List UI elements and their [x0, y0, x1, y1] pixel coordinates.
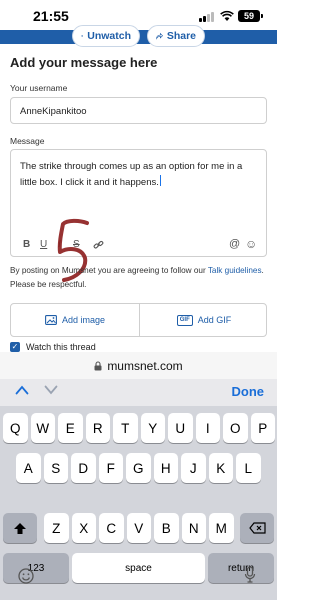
username-label: Your username — [10, 83, 68, 93]
key-d[interactable]: D — [71, 453, 96, 483]
wifi-icon — [220, 10, 234, 21]
add-gif-label: Add GIF — [197, 315, 232, 325]
status-bar: 21:55 59 — [0, 0, 277, 30]
key-y[interactable]: Y — [140, 413, 165, 443]
key-e[interactable]: E — [58, 413, 83, 443]
key-k[interactable]: K — [208, 453, 233, 483]
underline-button[interactable]: U — [40, 239, 47, 250]
bold-button[interactable]: B — [23, 239, 30, 250]
key-b[interactable]: B — [154, 513, 179, 543]
backspace-icon — [248, 522, 266, 534]
chevron-down-icon[interactable] — [44, 385, 58, 395]
emoji-icon[interactable]: ☺ — [245, 237, 257, 251]
watch-thread-row[interactable]: ✓ Watch this thread — [10, 342, 96, 352]
microphone-icon[interactable] — [244, 566, 256, 584]
key-g[interactable]: G — [126, 453, 151, 483]
shift-key[interactable] — [3, 513, 37, 543]
key-s[interactable]: S — [43, 453, 68, 483]
status-time: 21:55 — [33, 8, 69, 24]
posting-terms: By posting on Mumsnet you are agreeing t… — [10, 264, 267, 292]
key-w[interactable]: W — [30, 413, 55, 443]
space-key[interactable]: space — [72, 553, 205, 583]
backspace-key[interactable] — [240, 513, 274, 543]
key-n[interactable]: N — [181, 513, 206, 543]
message-label: Message — [10, 136, 45, 146]
key-o[interactable]: O — [223, 413, 248, 443]
key-l[interactable]: L — [236, 453, 261, 483]
key-h[interactable]: H — [153, 453, 178, 483]
unwatch-button[interactable]: Unwatch — [72, 25, 140, 47]
browser-address-bar[interactable]: mumsnet.com — [0, 352, 277, 379]
key-x[interactable]: X — [71, 513, 96, 543]
key-v[interactable]: V — [126, 513, 151, 543]
mention-icon[interactable]: @ — [229, 238, 240, 250]
page-title: Add your message here — [10, 55, 158, 70]
share-arrow-icon — [156, 32, 163, 40]
terms-prefix: By posting on Mumsnet you are agreeing t… — [10, 266, 208, 275]
image-icon — [45, 315, 57, 325]
add-image-label: Add image — [61, 315, 106, 325]
key-r[interactable]: R — [85, 413, 110, 443]
formatting-toolbar: B U I S @ ☺ — [11, 234, 266, 256]
link-icon[interactable] — [93, 240, 104, 250]
emoji-keyboard-icon[interactable] — [18, 568, 34, 584]
text-cursor — [159, 175, 162, 186]
watch-thread-label: Watch this thread — [26, 342, 96, 352]
message-content: The strike through comes up as an option… — [20, 159, 258, 191]
key-j[interactable]: J — [181, 453, 206, 483]
url-text: mumsnet.com — [107, 358, 183, 373]
add-gif-button[interactable]: GIF Add GIF — [140, 304, 268, 336]
username-field[interactable]: AnneKipankitoo — [10, 97, 267, 124]
lock-icon — [94, 360, 102, 370]
key-c[interactable]: C — [99, 513, 124, 543]
shift-icon — [14, 522, 26, 534]
gif-icon: GIF — [176, 314, 193, 326]
attachment-bar: Add image GIF Add GIF — [10, 303, 267, 337]
return-key[interactable]: return — [208, 553, 274, 583]
message-textarea[interactable]: The strike through comes up as an option… — [10, 149, 267, 257]
key-q[interactable]: Q — [3, 413, 28, 443]
bell-icon — [81, 35, 83, 38]
message-text: The strike through comes up as an option… — [20, 161, 243, 188]
add-image-button[interactable]: Add image — [11, 304, 139, 336]
key-m[interactable]: M — [209, 513, 234, 543]
battery-icon: 59 — [238, 10, 263, 22]
key-t[interactable]: T — [113, 413, 138, 443]
watch-thread-checkbox[interactable]: ✓ — [10, 342, 20, 352]
numbers-key[interactable]: 123 — [3, 553, 69, 583]
keyboard-accessory-bar: Done — [0, 379, 277, 406]
key-i[interactable]: I — [195, 413, 220, 443]
key-a[interactable]: A — [16, 453, 41, 483]
done-button[interactable]: Done — [232, 384, 265, 399]
onscreen-keyboard: QWERTYUIOP ASDFGHJKL ZXCVBNM 123 space ret… — [0, 406, 277, 600]
share-label: Share — [166, 30, 196, 42]
cellular-signal-icon — [199, 12, 216, 22]
key-p[interactable]: P — [250, 413, 275, 443]
key-u[interactable]: U — [168, 413, 193, 443]
chevron-up-icon[interactable] — [15, 385, 29, 395]
key-f[interactable]: F — [98, 453, 123, 483]
talk-guidelines-link[interactable]: Talk guidelines — [208, 266, 262, 275]
unwatch-label: Unwatch — [87, 30, 131, 42]
key-z[interactable]: Z — [44, 513, 69, 543]
share-button[interactable]: Share — [147, 25, 205, 47]
